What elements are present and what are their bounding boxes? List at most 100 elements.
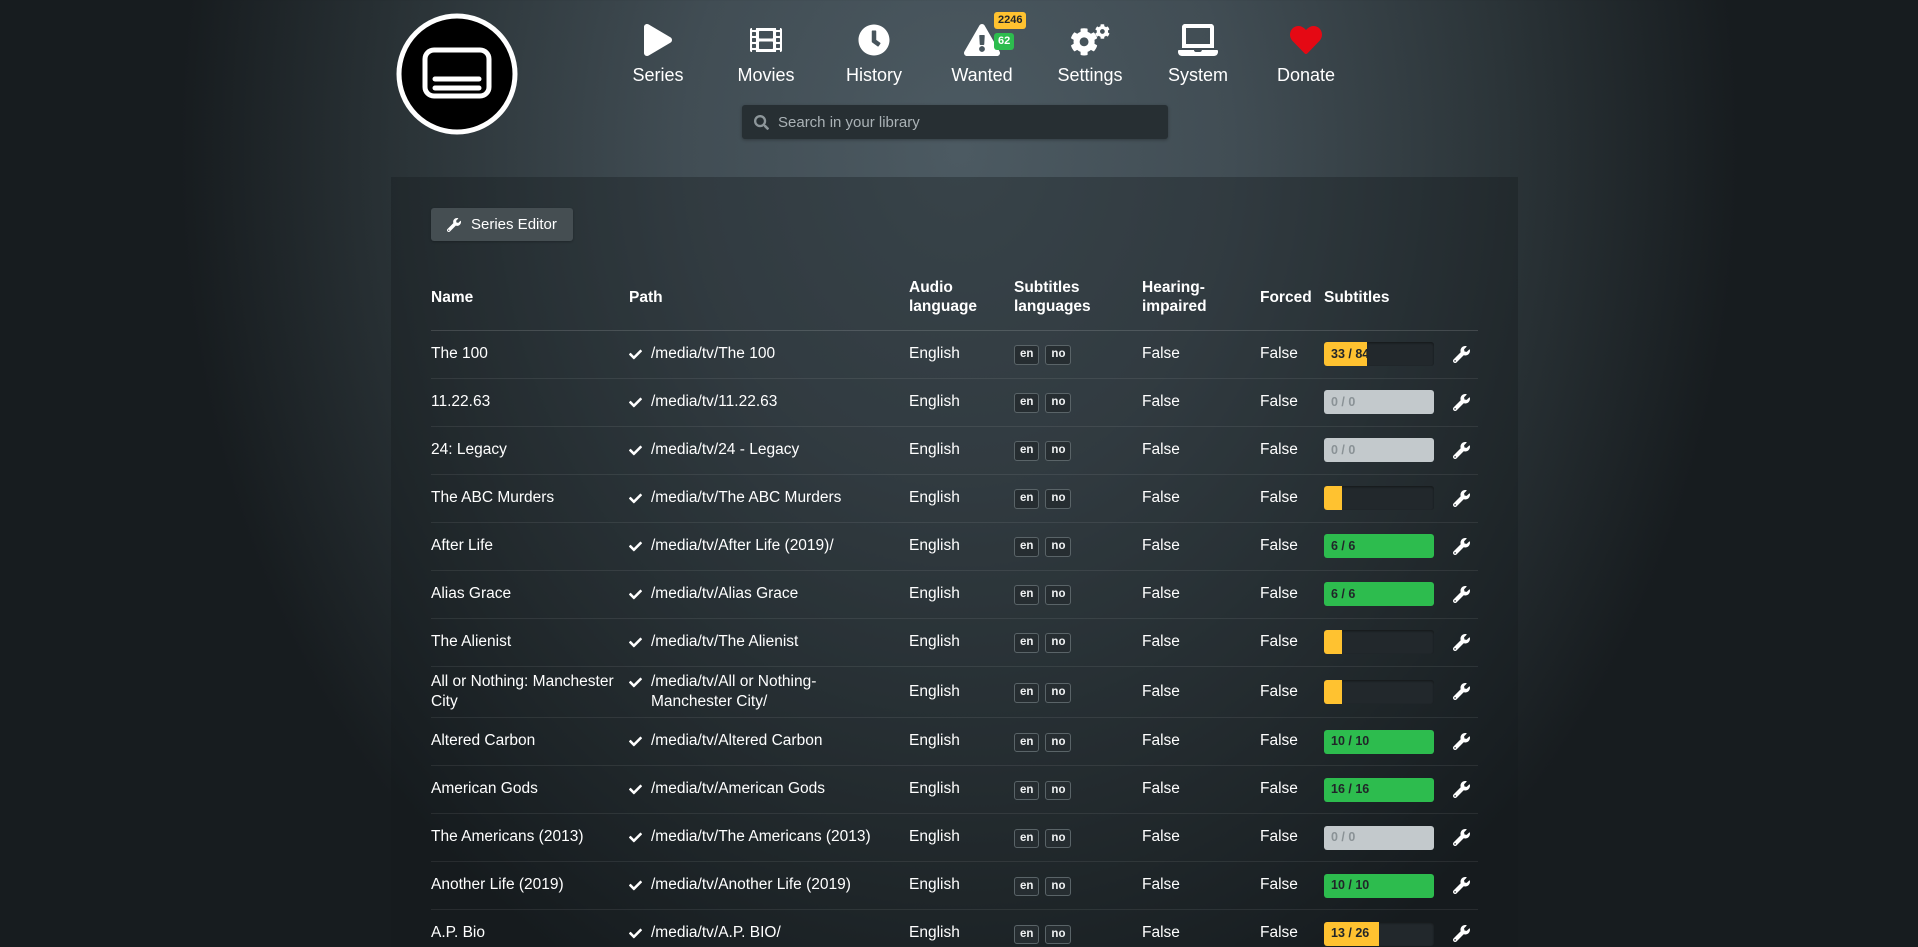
nav-item-donate[interactable]: Donate <box>1264 22 1348 86</box>
nav-item-settings[interactable]: Settings <box>1048 22 1132 86</box>
search-input[interactable] <box>778 114 1156 131</box>
edit-series-button[interactable] <box>1453 877 1470 894</box>
nav-item-movies[interactable]: Movies <box>724 22 808 86</box>
series-name[interactable]: Altered Carbon <box>431 731 629 751</box>
audio-language-value: English <box>909 779 1014 799</box>
subtitles-progress-label: 0 / 0 <box>1331 390 1355 414</box>
nav-item-system[interactable]: System <box>1156 22 1240 86</box>
table-row: The Alienist /media/tv/The Alienist Engl… <box>431 619 1478 667</box>
forced-value: False <box>1260 779 1324 799</box>
nav-item-series[interactable]: Series <box>616 22 700 86</box>
series-path: /media/tv/The Alienist <box>629 632 909 652</box>
subtitles-progress-label: 0 / 0 <box>1331 826 1355 850</box>
audio-language-value: English <box>909 392 1014 412</box>
series-table: Name Path Audio language Subtitles langu… <box>431 272 1478 947</box>
series-path-text: /media/tv/The Americans (2013) <box>651 827 871 847</box>
language-badge: no <box>1045 585 1071 605</box>
edit-series-button[interactable] <box>1453 733 1470 750</box>
series-name[interactable]: Another Life (2019) <box>431 875 629 895</box>
series-path-text: /media/tv/All or Nothing- Manchester Cit… <box>651 672 895 712</box>
edit-series-button[interactable] <box>1453 490 1470 507</box>
edit-series-button[interactable] <box>1453 394 1470 411</box>
audio-language-value: English <box>909 488 1014 508</box>
hearing-impaired-value: False <box>1142 632 1260 652</box>
series-name[interactable]: The Americans (2013) <box>431 827 629 847</box>
language-badge: no <box>1045 537 1071 557</box>
series-editor-button[interactable]: Series Editor <box>431 208 573 241</box>
nav-item-label: Series <box>632 65 683 86</box>
wrench-icon <box>1453 781 1470 798</box>
series-path-text: /media/tv/Another Life (2019) <box>651 875 851 895</box>
subtitles-progress-fill <box>1324 680 1342 704</box>
language-badge: no <box>1045 441 1071 461</box>
hearing-impaired-value: False <box>1142 923 1260 943</box>
subtitles-progress-label: 10 / 10 <box>1331 874 1369 898</box>
language-badge: en <box>1014 537 1039 557</box>
edit-series-button[interactable] <box>1453 346 1470 363</box>
edit-series-button[interactable] <box>1453 538 1470 555</box>
search-icon <box>754 115 769 130</box>
edit-series-button[interactable] <box>1453 442 1470 459</box>
series-name[interactable]: 24: Legacy <box>431 440 629 460</box>
edit-series-button[interactable] <box>1453 925 1470 942</box>
series-name[interactable]: A.P. Bio <box>431 923 629 943</box>
hearing-impaired-value: False <box>1142 536 1260 556</box>
language-badge: en <box>1014 489 1039 509</box>
subtitles-progress-bar: 10 / 10 <box>1324 874 1434 898</box>
subtitles-languages-badges: enno <box>1014 875 1142 897</box>
subtitles-progress-bar: 0 / 0 <box>1324 390 1434 414</box>
forced-value: False <box>1260 731 1324 751</box>
table-row: American Gods /media/tv/American Gods En… <box>431 766 1478 814</box>
audio-language-value: English <box>909 923 1014 943</box>
edit-series-button[interactable] <box>1453 586 1470 603</box>
wrench-icon <box>1453 683 1470 700</box>
language-badge: en <box>1014 441 1039 461</box>
series-name[interactable]: All or Nothing: Manchester City <box>431 672 629 712</box>
audio-language-value: English <box>909 875 1014 895</box>
series-name[interactable]: The ABC Murders <box>431 488 629 508</box>
series-name[interactable]: The 100 <box>431 344 629 364</box>
series-name[interactable]: After Life <box>431 536 629 556</box>
language-badge: en <box>1014 633 1039 653</box>
series-path: /media/tv/11.22.63 <box>629 392 909 412</box>
edit-series-button[interactable] <box>1453 634 1470 651</box>
subtitles-languages-badges: enno <box>1014 779 1142 801</box>
series-path: /media/tv/A.P. BIO/ <box>629 923 909 943</box>
wanted-count-badge: 62 <box>994 33 1014 50</box>
nav-item-label: Settings <box>1057 65 1122 86</box>
series-name[interactable]: American Gods <box>431 779 629 799</box>
audio-language-value: English <box>909 584 1014 604</box>
audio-language-value: English <box>909 536 1014 556</box>
subtitles-languages-badges: enno <box>1014 731 1142 753</box>
subtitles-progress-bar: 33 / 84 <box>1324 342 1434 366</box>
subtitles-languages-badges: enno <box>1014 439 1142 461</box>
clock-icon <box>854 22 894 58</box>
subtitles-progress-label: 16 / 16 <box>1331 778 1369 802</box>
series-path: /media/tv/Alias Grace <box>629 584 909 604</box>
nav-item-history[interactable]: History <box>832 22 916 86</box>
edit-series-button[interactable] <box>1453 781 1470 798</box>
edit-series-button[interactable] <box>1453 829 1470 846</box>
table-row: The 100 /media/tv/The 100 English enno F… <box>431 331 1478 379</box>
series-name[interactable]: 11.22.63 <box>431 392 629 412</box>
wrench-icon <box>1453 586 1470 603</box>
nav-item-label: System <box>1168 65 1228 86</box>
series-name[interactable]: The Alienist <box>431 632 629 652</box>
wrench-icon <box>1453 925 1470 942</box>
subtitles-progress-label: 6 / 6 <box>1331 582 1355 606</box>
subtitles-progress-bar: 10 / 10 <box>1324 730 1434 754</box>
series-path: /media/tv/The 100 <box>629 344 909 364</box>
language-badge: no <box>1045 683 1071 703</box>
series-editor-label: Series Editor <box>471 216 557 233</box>
table-header-row: Name Path Audio language Subtitles langu… <box>431 272 1478 331</box>
table-row: Another Life (2019) /media/tv/Another Li… <box>431 862 1478 910</box>
series-name[interactable]: Alias Grace <box>431 584 629 604</box>
bazarr-logo[interactable] <box>396 13 518 135</box>
check-icon <box>629 636 642 649</box>
series-path-text: /media/tv/Altered Carbon <box>651 731 822 751</box>
hearing-impaired-value: False <box>1142 344 1260 364</box>
series-path-text: /media/tv/After Life (2019)/ <box>651 536 834 556</box>
language-badge: en <box>1014 345 1039 365</box>
edit-series-button[interactable] <box>1453 683 1470 700</box>
nav-item-wanted[interactable]: 224662 Wanted <box>940 22 1024 86</box>
